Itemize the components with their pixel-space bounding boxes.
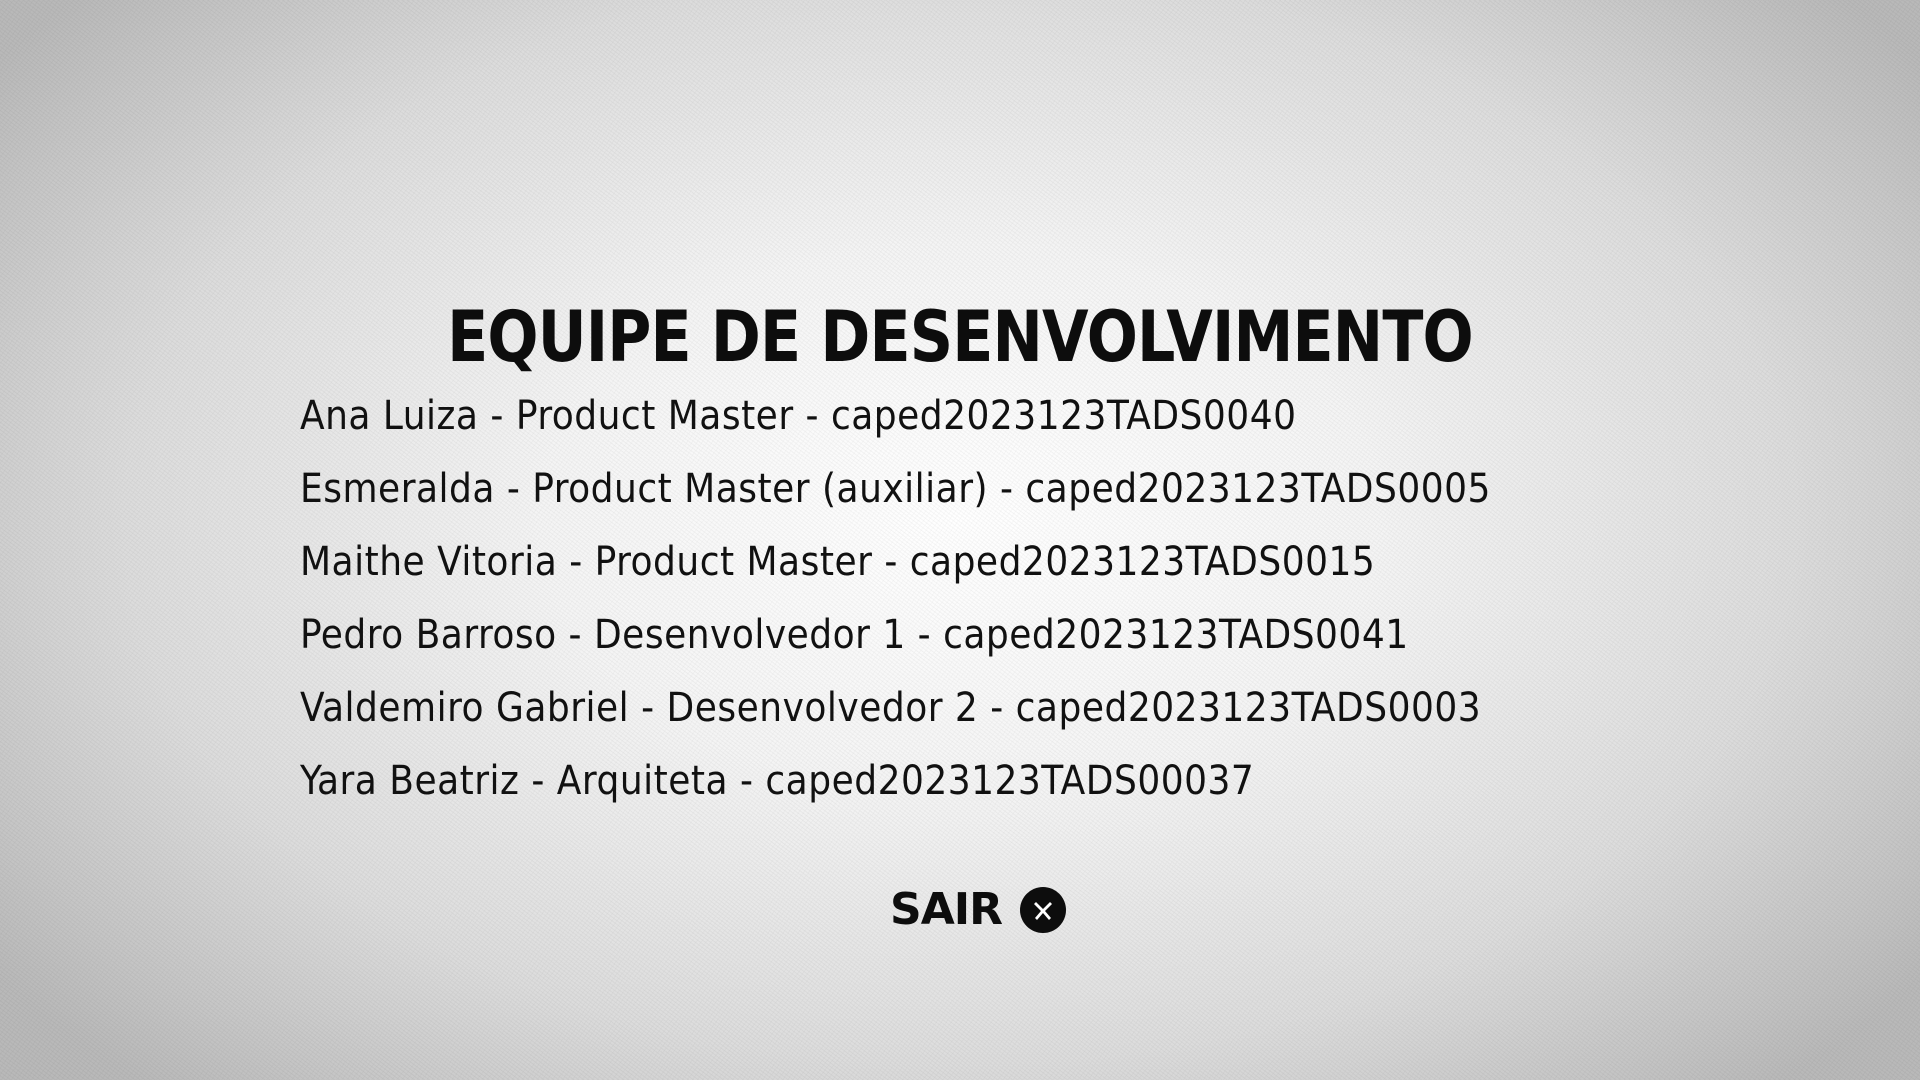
team-member: Valdemiro Gabriel - Desenvolvedor 2 - ca… [300,685,1482,731]
close-icon[interactable] [1020,887,1066,933]
team-member-list: Ana Luiza - Product Master - caped202312… [300,380,1491,818]
close-icon-glyph [1034,902,1052,920]
team-member: Esmeralda - Product Master (auxiliar) - … [300,466,1491,512]
exit-label: SAIR [890,884,1003,935]
team-member: Ana Luiza - Product Master - caped202312… [300,393,1297,439]
team-member: Yara Beatriz - Arquiteta - caped2023123T… [300,758,1255,804]
team-member: Maithe Vitoria - Product Master - caped2… [300,539,1376,585]
team-member: Pedro Barroso - Desenvolvedor 1 - caped2… [300,612,1409,658]
page-title: EQUIPE DE DESENVOLVIMENTO [447,295,1474,378]
exit-button[interactable]: SAIR [890,880,1066,940]
credits-screen: EQUIPE DE DESENVOLVIMENTO Ana Luiza - Pr… [0,0,1920,1080]
